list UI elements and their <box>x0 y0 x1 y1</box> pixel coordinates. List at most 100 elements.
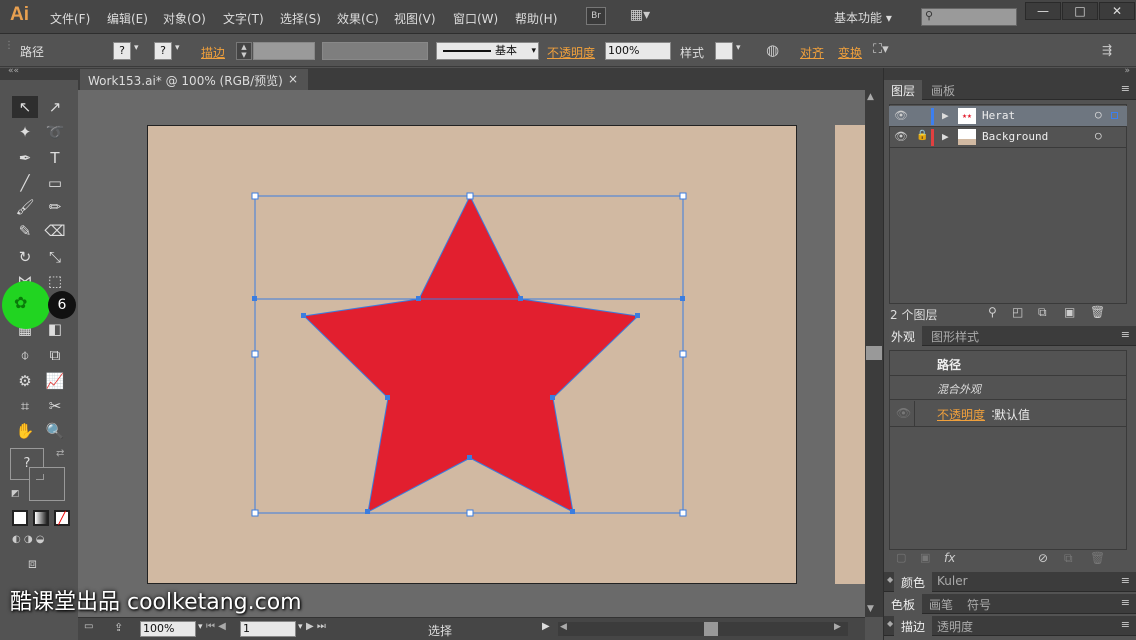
tab-brushes[interactable]: 画笔 <box>922 594 960 614</box>
artboard-tool-icon[interactable]: ⌗ <box>12 395 38 417</box>
symbol-sprayer-tool-icon[interactable]: ⚙ <box>12 370 38 392</box>
artboard-dropdown-icon[interactable]: ▾ <box>298 622 303 632</box>
expand-triangle-icon[interactable]: ▶ <box>942 130 949 143</box>
visibility-eye-icon[interactable]: 👁 <box>894 109 908 122</box>
screen-mode-icon[interactable]: ⧈ <box>28 556 37 572</box>
zoom-dropdown-icon[interactable]: ▾ <box>198 622 203 632</box>
expand-triangle-icon[interactable]: ▶ <box>942 109 949 122</box>
panel-toggle-icon[interactable]: ◆ <box>887 619 893 628</box>
scroll-right-icon[interactable]: ▶ <box>834 622 841 632</box>
rotate-tool-icon[interactable]: ↻ <box>12 246 38 268</box>
rectangle-tool-icon[interactable]: ▭ <box>42 172 68 194</box>
panel-menu-icon[interactable]: ≡ <box>1121 596 1130 609</box>
swatches-panel-tabs: 色板 画笔 符号 ≡ <box>884 594 1136 614</box>
scroll-up-icon[interactable]: ▲ <box>867 92 874 102</box>
swap-colors-icon[interactable]: ⇄ <box>56 448 64 459</box>
layer-row-background[interactable]: 👁 🔒 ▶ Background ○ <box>889 127 1127 148</box>
line-segment-tool-icon[interactable]: ╱ <box>12 172 38 194</box>
selection-tool-icon[interactable]: ↖ <box>12 96 38 118</box>
direct-selection-tool-icon[interactable]: ↗ <box>42 96 68 118</box>
add-fill-icon[interactable]: ▣ <box>920 551 930 564</box>
lasso-tool-icon[interactable]: ➰ <box>42 121 68 143</box>
new-layer-icon[interactable]: ▣ <box>1064 305 1075 319</box>
next-artboard-icon[interactable]: ▶ ⏭ <box>306 621 326 632</box>
clear-appearance-icon[interactable]: ⊘ <box>1038 551 1048 565</box>
scroll-down-icon[interactable]: ▼ <box>867 604 874 614</box>
panel-menu-icon[interactable]: ≡ <box>1121 618 1130 631</box>
panel-toggle-icon[interactable]: ◆ <box>887 575 893 584</box>
zoom-input[interactable]: 100% <box>140 621 196 637</box>
artboard-number-input[interactable]: 1 <box>240 621 296 637</box>
none-mode-icon[interactable]: ╱ <box>54 510 70 526</box>
free-transform-tool-icon[interactable]: ⬚ <box>42 270 68 292</box>
current-tool-label: 选择 <box>428 624 453 638</box>
stroke-color-box[interactable] <box>29 467 65 501</box>
tab-appearance[interactable]: 外观 <box>884 326 923 346</box>
color-mode-icon[interactable] <box>12 510 28 526</box>
tab-transparency[interactable]: 透明度 <box>930 616 980 636</box>
add-stroke-icon[interactable]: ▢ <box>896 551 906 564</box>
pen-tool-icon[interactable]: ✒ <box>12 147 38 169</box>
column-graph-tool-icon[interactable]: 📈 <box>42 370 68 392</box>
locate-object-icon[interactable]: ⚲ <box>988 305 997 319</box>
blob-brush-tool-icon[interactable]: ✎ <box>12 220 38 242</box>
vertical-scroll-thumb[interactable] <box>866 346 882 360</box>
dock-header: » <box>884 66 1136 80</box>
fx-icon[interactable]: fx <box>944 551 955 565</box>
panel-menu-icon[interactable]: ≡ <box>1121 82 1130 95</box>
target-circle-icon[interactable]: ○ <box>1095 108 1102 121</box>
default-colors-icon[interactable]: ◩ <box>11 489 20 499</box>
panel-menu-icon[interactable]: ≡ <box>1121 328 1130 341</box>
type-tool-icon[interactable]: T <box>42 147 68 169</box>
reshape-tool-icon: ✿ <box>14 293 28 312</box>
hand-tool-icon[interactable]: ✋ <box>12 420 38 442</box>
vertical-scrollbar[interactable]: ▲ ▼ <box>865 90 883 617</box>
paintbrush-tool-icon[interactable]: 🖌 <box>12 196 38 218</box>
appearance-subtitle: 混合外观 <box>937 383 981 396</box>
clipping-mask-icon[interactable]: ◰ <box>1012 305 1023 319</box>
tab-color[interactable]: 颜色 <box>894 572 933 592</box>
visibility-eye-icon[interactable]: 👁 <box>896 406 911 420</box>
tab-graphic-styles[interactable]: 图形样式 <box>924 326 986 346</box>
status-menu-icon[interactable]: ▶ <box>542 621 550 632</box>
expand-dock-icon[interactable]: » <box>1124 66 1130 76</box>
delete-item-icon[interactable]: 🗑 <box>1090 551 1105 565</box>
zoom-tool-icon[interactable]: 🔍 <box>42 420 68 442</box>
blend-tool-icon[interactable]: ⧉ <box>42 344 68 366</box>
layers-panel-tabs: 图层 画板 ≡ <box>884 80 1136 100</box>
appearance-opacity-label[interactable]: 不透明度 <box>937 406 985 423</box>
new-sublayer-icon[interactable]: ⧉ <box>1038 305 1047 320</box>
pencil-tool-icon[interactable]: ✏ <box>42 196 68 218</box>
eraser-tool-icon[interactable]: ⌫ <box>42 220 68 242</box>
layer-row-herat[interactable]: 👁 ▶ ★★ Herat ○ <box>889 106 1127 127</box>
first-artboard-icon[interactable]: ⏮ ◀ <box>206 621 226 632</box>
duplicate-item-icon[interactable]: ⧉ <box>1064 551 1073 566</box>
tab-kuler[interactable]: Kuler <box>930 572 975 592</box>
tab-artboards[interactable]: 画板 <box>924 80 962 100</box>
lock-icon[interactable]: 🔒 <box>916 130 928 141</box>
visibility-eye-icon[interactable]: 👁 <box>894 130 908 143</box>
layer-name[interactable]: Background <box>982 130 1048 143</box>
slice-tool-icon[interactable]: ✂ <box>42 395 68 417</box>
drawing-modes-icon[interactable]: ◐ ◑ ◒ <box>12 534 72 548</box>
star-shape[interactable] <box>302 194 640 513</box>
horizontal-scrollbar[interactable]: ◀ ▶ <box>558 622 848 636</box>
trash-icon[interactable]: 🗑 <box>1090 305 1105 319</box>
layer-name[interactable]: Herat <box>982 109 1015 122</box>
magic-wand-tool-icon[interactable]: ✦ <box>12 121 38 143</box>
eyedropper-tool-icon[interactable]: ⌽ <box>12 344 38 366</box>
target-circle-icon[interactable]: ○ <box>1095 129 1102 142</box>
tab-stroke[interactable]: 描边 <box>894 616 933 636</box>
tab-layers[interactable]: 图层 <box>884 80 923 100</box>
panel-menu-icon[interactable]: ≡ <box>1121 574 1130 587</box>
appearance-opacity-row[interactable]: 👁 不透明度 : 默认值 <box>890 401 1126 427</box>
scale-tool-icon[interactable]: ⤡ <box>42 246 68 268</box>
gradient-mode-icon[interactable] <box>33 510 49 526</box>
horizontal-scroll-thumb[interactable] <box>704 622 718 636</box>
share-icon[interactable]: ⇪ <box>114 621 123 634</box>
tab-symbols[interactable]: 符号 <box>960 594 998 614</box>
tab-swatches[interactable]: 色板 <box>884 594 923 614</box>
selection-indicator[interactable] <box>1111 112 1118 119</box>
scroll-left-icon[interactable]: ◀ <box>560 622 567 632</box>
gradient-tool-icon[interactable]: ◧ <box>42 318 68 340</box>
